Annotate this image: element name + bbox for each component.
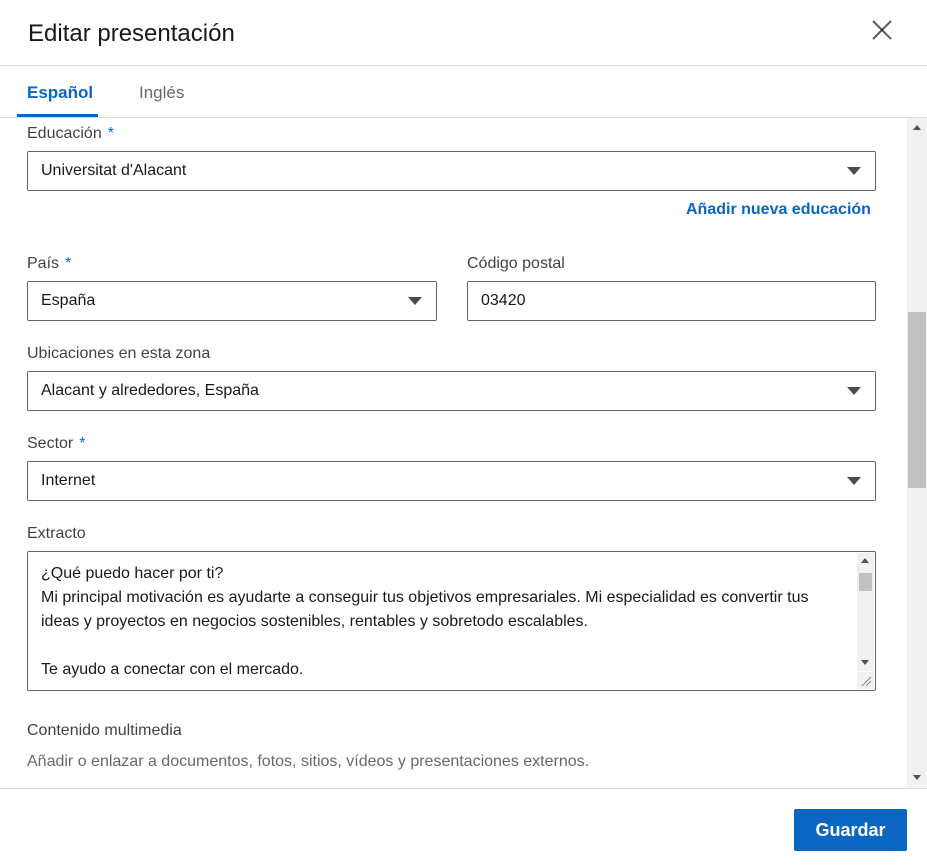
chevron-down-icon bbox=[847, 477, 861, 485]
postal-code-input[interactable]: 03420 bbox=[467, 281, 876, 321]
required-mark: * bbox=[65, 255, 72, 272]
sector-label-text: Sector bbox=[27, 435, 74, 452]
postal-code-label: Código postal bbox=[467, 255, 565, 272]
country-select[interactable]: España bbox=[27, 281, 437, 321]
modal-scroll-thumb[interactable] bbox=[908, 312, 926, 488]
summary-scrollbar[interactable] bbox=[857, 553, 874, 671]
tab-espanol[interactable]: Español bbox=[27, 83, 93, 103]
required-mark: * bbox=[79, 435, 86, 452]
scroll-up-icon[interactable] bbox=[861, 558, 869, 563]
country-value: España bbox=[41, 292, 96, 309]
modal-header: Editar presentación bbox=[0, 0, 927, 66]
chevron-down-icon bbox=[847, 167, 861, 175]
edit-intro-modal: Editar presentación Español Inglés Educa… bbox=[0, 0, 927, 866]
chevron-down-icon bbox=[847, 387, 861, 395]
education-label: Educación * bbox=[27, 125, 114, 143]
sector-label: Sector * bbox=[27, 435, 85, 453]
language-tabs: Español Inglés bbox=[0, 66, 927, 118]
save-button[interactable]: Guardar bbox=[794, 809, 907, 851]
tab-ingles[interactable]: Inglés bbox=[139, 83, 184, 103]
sector-select[interactable]: Internet bbox=[27, 461, 876, 501]
scroll-down-icon[interactable] bbox=[861, 660, 869, 665]
close-icon[interactable] bbox=[868, 16, 896, 44]
locations-select[interactable]: Alacant y alrededores, España bbox=[27, 371, 876, 411]
resize-handle-icon[interactable] bbox=[857, 672, 874, 689]
modal-footer: Guardar bbox=[0, 788, 927, 866]
modal-scrollbar[interactable] bbox=[907, 118, 927, 788]
country-label: País * bbox=[27, 255, 71, 273]
education-label-text: Educación bbox=[27, 125, 102, 142]
locations-label: Ubicaciones en esta zona bbox=[27, 345, 211, 362]
country-label-text: País bbox=[27, 255, 60, 272]
media-title: Contenido multimedia bbox=[27, 722, 182, 739]
modal-title: Editar presentación bbox=[28, 20, 235, 47]
sector-value: Internet bbox=[41, 472, 96, 489]
postal-code-value: 03420 bbox=[481, 292, 526, 309]
education-value: Universitat d'Alacant bbox=[41, 162, 187, 179]
add-education-link[interactable]: Añadir nueva educación bbox=[686, 201, 871, 219]
scroll-up-icon[interactable] bbox=[913, 125, 921, 130]
summary-scroll-thumb[interactable] bbox=[859, 573, 872, 591]
summary-label: Extracto bbox=[27, 525, 86, 542]
education-select[interactable]: Universitat d'Alacant bbox=[27, 151, 876, 191]
scroll-down-icon[interactable] bbox=[913, 775, 921, 780]
summary-textarea[interactable]: ¿Qué puedo hacer por ti? Mi principal mo… bbox=[27, 551, 876, 691]
summary-text: ¿Qué puedo hacer por ti? Mi principal mo… bbox=[41, 565, 809, 678]
media-description: Añadir o enlazar a documentos, fotos, si… bbox=[27, 753, 590, 770]
chevron-down-icon bbox=[408, 297, 422, 305]
form-scroll-area: Educación * Universitat d'Alacant Añadir … bbox=[0, 118, 927, 788]
active-tab-indicator bbox=[17, 114, 98, 117]
required-mark: * bbox=[107, 125, 114, 142]
locations-value: Alacant y alrededores, España bbox=[41, 382, 259, 399]
